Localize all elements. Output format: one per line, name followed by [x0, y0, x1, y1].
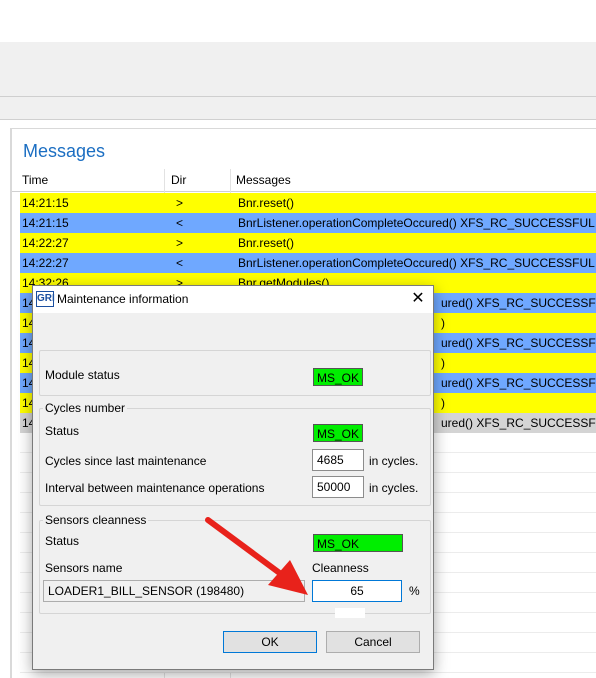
- annotation-arrow: [205, 517, 308, 595]
